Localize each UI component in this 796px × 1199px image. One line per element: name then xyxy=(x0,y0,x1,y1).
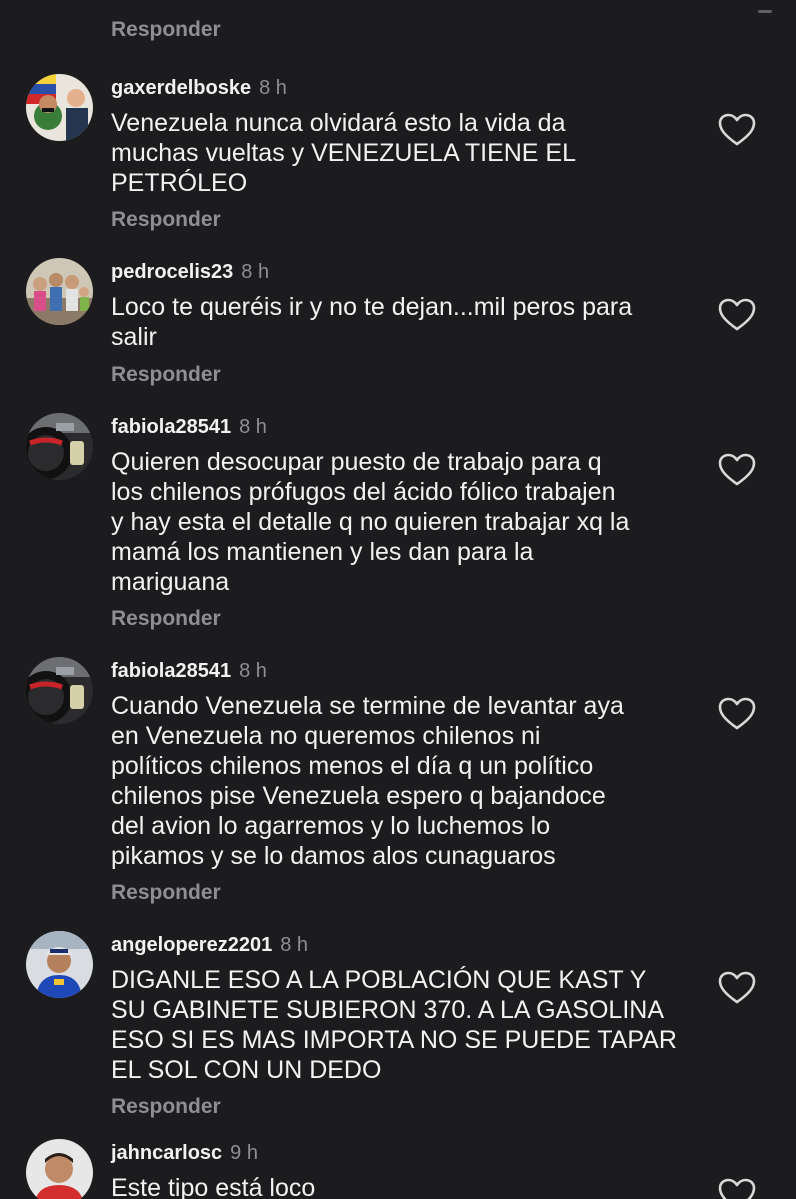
avatar-flag-icon[interactable] xyxy=(26,74,93,141)
comment-text: Loco te queréis ir y no te dejan...mil p… xyxy=(111,293,633,351)
timestamp: 8 h xyxy=(239,416,267,438)
reply-button[interactable]: Responder xyxy=(111,363,221,387)
heart-icon[interactable] xyxy=(718,697,756,731)
reply-button[interactable]: Responder xyxy=(111,607,221,631)
timestamp: 8 h xyxy=(239,660,267,682)
heart-icon[interactable] xyxy=(718,1178,756,1199)
comment-text: Quieren desocupar puesto de trabajo para… xyxy=(111,448,630,596)
comment-text: Este tipo está loco xyxy=(111,1174,316,1199)
scroll-indicator xyxy=(758,10,772,13)
reply-button[interactable]: Responder xyxy=(111,1095,221,1119)
avatar-car-interior-icon[interactable] xyxy=(26,413,93,480)
comment-text: Cuando Venezuela se termine de levantar … xyxy=(111,692,624,870)
comment-text: Venezuela nunca olvidará esto la vida da… xyxy=(111,109,577,197)
avatar-person-cap-icon[interactable] xyxy=(26,931,93,998)
heart-icon[interactable] xyxy=(718,453,756,487)
username[interactable]: gaxerdelboske xyxy=(111,77,251,99)
timestamp: 8 h xyxy=(241,261,270,283)
comment-text: DIGANLE ESO A LA POBLACIÓN QUE KAST Y SU… xyxy=(111,966,677,1084)
reply-button[interactable]: Responder xyxy=(111,208,221,232)
reply-button[interactable]: Responder xyxy=(111,18,221,42)
timestamp: 9 h xyxy=(230,1142,258,1164)
username[interactable]: pedrocelis23 xyxy=(111,261,233,283)
comment-meta: gaxerdelboske 8 h xyxy=(111,76,287,100)
username[interactable]: fabiola28541 xyxy=(111,660,231,682)
comment-meta: fabiola28541 8 h xyxy=(111,659,267,683)
comment-meta: fabiola28541 8 h xyxy=(111,415,267,439)
heart-icon[interactable] xyxy=(718,113,756,147)
reply-button[interactable]: Responder xyxy=(111,881,221,905)
avatar-car-interior-icon[interactable] xyxy=(26,657,93,724)
heart-icon[interactable] xyxy=(718,298,756,332)
timestamp: 8 h xyxy=(280,934,309,956)
username[interactable]: jahncarlosc xyxy=(111,1142,222,1164)
comment-meta: pedrocelis23 8 h xyxy=(111,260,269,284)
username[interactable]: fabiola28541 xyxy=(111,416,231,438)
avatar-group-photo-icon[interactable] xyxy=(26,258,93,325)
comment-meta: jahncarlosc 9 h xyxy=(111,1141,258,1165)
comment-meta: angeloperez2201 8 h xyxy=(111,933,308,957)
username[interactable]: angeloperez2201 xyxy=(111,934,272,956)
timestamp: 8 h xyxy=(259,77,287,99)
heart-icon[interactable] xyxy=(718,971,756,1005)
avatar-person-icon[interactable] xyxy=(26,1139,93,1199)
